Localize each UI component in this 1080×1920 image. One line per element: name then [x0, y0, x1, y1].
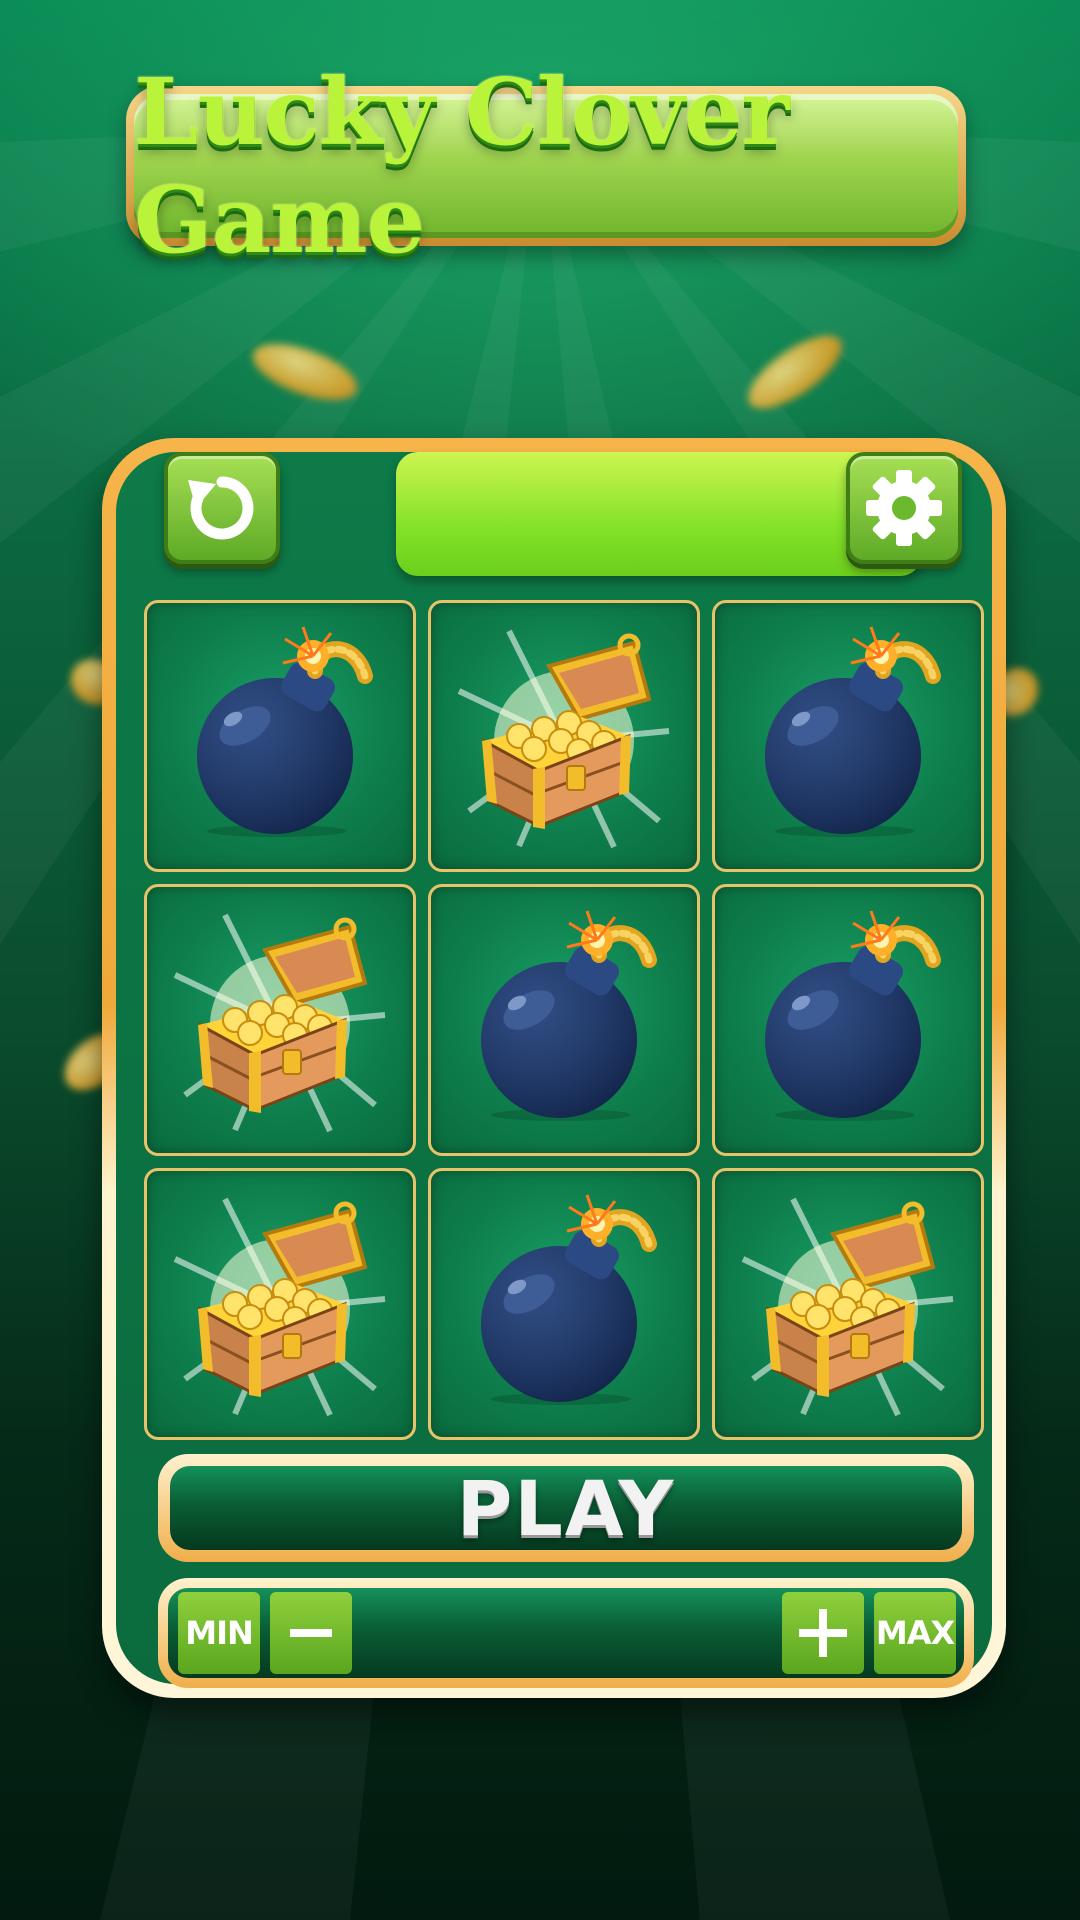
restart-button[interactable] [164, 452, 280, 564]
grid-tile-2[interactable] [428, 600, 700, 872]
treasure-chest-icon [173, 1197, 386, 1417]
undo-arrow-icon [188, 476, 254, 540]
treasure-chest-icon [457, 629, 670, 849]
grid-tile-9[interactable] [712, 1168, 984, 1440]
game-panel-inner: PLAY MIN MAX [116, 452, 992, 1688]
grid-tile-7[interactable] [144, 1168, 416, 1440]
increase-bet-button[interactable] [782, 1592, 864, 1674]
grid-tile-3[interactable] [712, 600, 984, 872]
play-button-inner: PLAY [170, 1463, 962, 1553]
grid-tile-8[interactable] [428, 1168, 700, 1440]
grid-tile-4[interactable] [144, 884, 416, 1156]
decrease-bet-button[interactable] [270, 1592, 352, 1674]
max-bet-button[interactable]: MAX [874, 1592, 956, 1674]
bet-controls-inner: MIN MAX [168, 1588, 964, 1678]
play-label: PLAY [456, 1463, 676, 1553]
bomb-icon [765, 626, 941, 837]
status-bar [396, 452, 922, 576]
coin-decoration [737, 322, 853, 422]
game-grid [144, 600, 990, 1440]
treasure-chest-icon [173, 913, 386, 1133]
bomb-icon [765, 910, 941, 1121]
title-banner: Lucky Clover Game [126, 58, 966, 274]
gear-icon [866, 470, 942, 546]
game-panel: PLAY MIN MAX [102, 438, 1006, 1698]
settings-button[interactable] [846, 452, 962, 564]
title-inner: Lucky Clover Game [134, 58, 958, 274]
coin-decoration [245, 332, 365, 412]
game-title: Lucky Clover Game [134, 58, 790, 274]
bomb-icon [481, 910, 657, 1121]
grid-tile-5[interactable] [428, 884, 700, 1156]
minus-icon [290, 1629, 332, 1637]
plus-icon [799, 1609, 847, 1657]
min-bet-button[interactable]: MIN [178, 1592, 260, 1674]
bomb-icon [197, 626, 373, 837]
bomb-icon [481, 1194, 657, 1405]
bet-controls: MIN MAX [158, 1578, 974, 1688]
play-button[interactable]: PLAY [158, 1454, 974, 1562]
grid-tile-1[interactable] [144, 600, 416, 872]
grid-tile-6[interactable] [712, 884, 984, 1156]
treasure-chest-icon [741, 1197, 954, 1417]
